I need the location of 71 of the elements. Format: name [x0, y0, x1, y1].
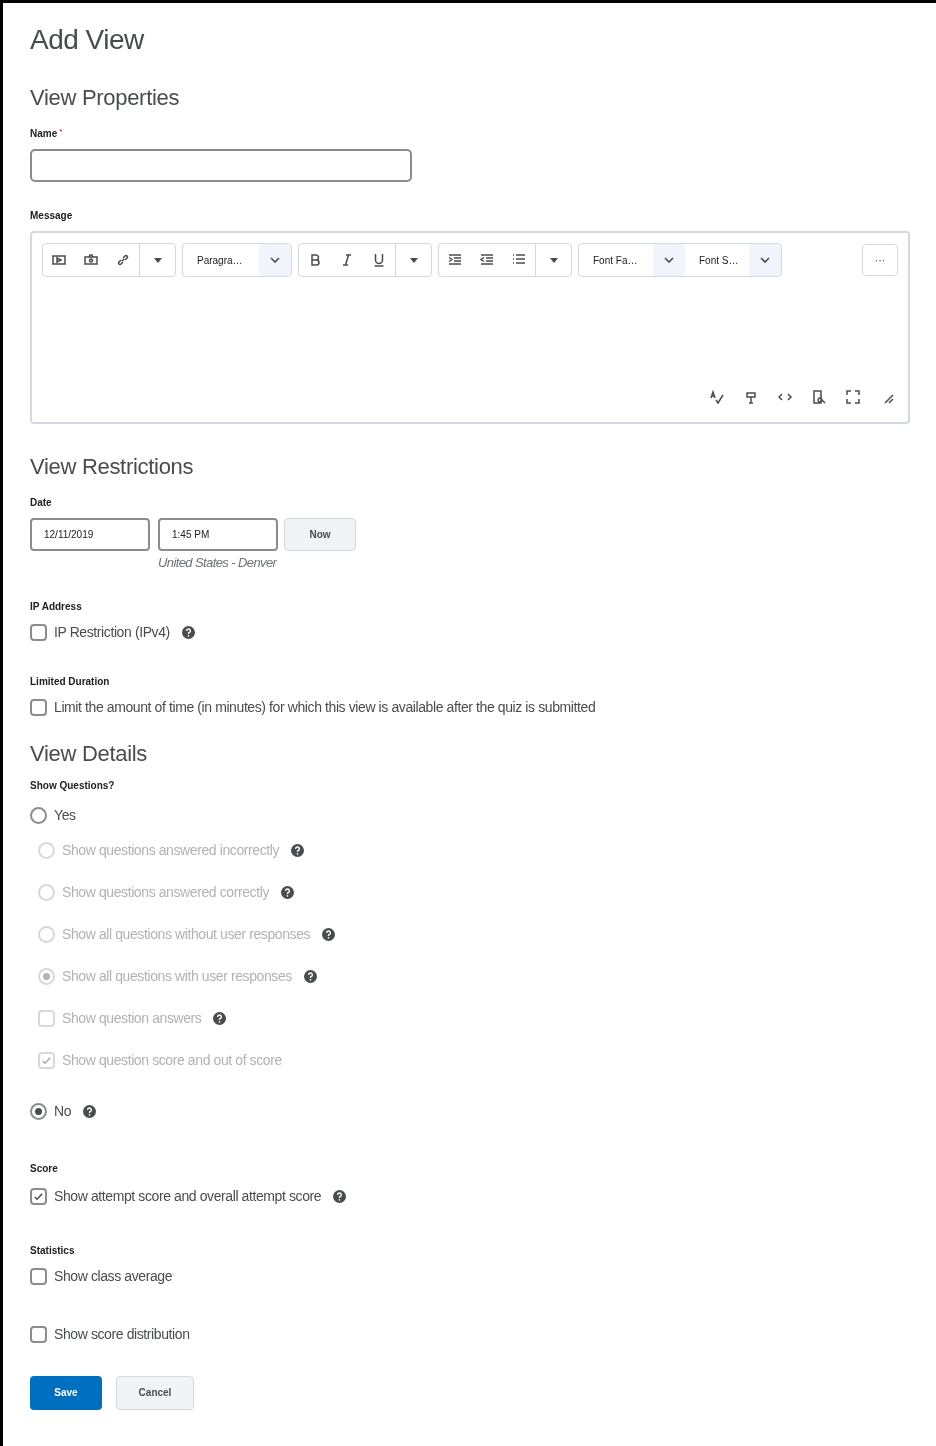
fullscreen-icon [846, 390, 860, 404]
bold-icon [308, 253, 322, 267]
checkbox[interactable] [30, 699, 47, 716]
now-button[interactable]: Now [284, 518, 356, 551]
font-size-select[interactable]: Font S… [685, 252, 749, 268]
option-label: Limit the amount of time (in minutes) for which this view is available after the quiz is submitted [54, 698, 596, 717]
indent-icon [448, 253, 462, 267]
dropdown-button[interactable] [259, 244, 291, 276]
link-icon [116, 253, 130, 267]
option-label: Show score distribution [54, 1325, 190, 1344]
caret-icon [153, 257, 162, 263]
field-label: Name [30, 127, 58, 141]
checkbox[interactable] [30, 624, 47, 641]
required-mark: * [59, 126, 63, 138]
help-icon[interactable] [333, 1190, 347, 1203]
list-icon [512, 253, 526, 267]
option-label: Show questions answered correctly [62, 883, 270, 902]
time-field[interactable]: 1:45 PM [158, 518, 278, 551]
radio-button[interactable] [30, 1103, 47, 1120]
camera-icon [84, 253, 98, 267]
underline-icon [372, 253, 386, 267]
field-label: Limited Duration [30, 674, 111, 689]
section-heading: View Properties [30, 84, 181, 112]
font-family-select[interactable]: Font Fa… [579, 252, 653, 268]
chevron-down-icon [760, 257, 770, 263]
check-icon [33, 1191, 44, 1202]
cancel-button[interactable]: Cancel [116, 1375, 194, 1410]
radio-button[interactable] [30, 807, 47, 824]
date-field[interactable]: 12/11/2019 [30, 518, 150, 551]
italic-icon [340, 253, 354, 267]
spellcheck-icon [710, 390, 724, 404]
option-label: Show class average [54, 1267, 173, 1286]
option-label: Show question answers [62, 1009, 202, 1028]
option-label: Yes [54, 806, 76, 825]
timezone-text: United States - Denver [158, 554, 278, 572]
caret-icon [549, 257, 558, 263]
help-icon[interactable] [181, 626, 195, 639]
more-button[interactable]: ··· [862, 244, 898, 276]
message-editor[interactable]: Paragra… Font Fa… Font S… ··· [30, 231, 910, 424]
option-label: Show all questions without user responses [62, 925, 311, 944]
caret-icon [409, 257, 418, 263]
option-label: IP Restriction (IPv4) [54, 623, 170, 642]
video-icon [52, 253, 66, 267]
field-label: Date [30, 496, 53, 510]
option-label: No [54, 1102, 72, 1121]
checkbox[interactable] [30, 1268, 47, 1285]
option-label: Show all questions with user responses [62, 967, 292, 986]
field-label: Statistics [30, 1243, 76, 1258]
dropdown-button[interactable] [653, 244, 685, 276]
chevron-down-icon [270, 257, 280, 263]
checkbox[interactable] [30, 1188, 47, 1205]
field-label: IP Address [30, 599, 83, 614]
option-label: Show question score and out of score [62, 1051, 282, 1070]
section-heading: View Details [30, 739, 149, 768]
checkbox[interactable] [30, 1326, 47, 1343]
option-label: Show attempt score and overall attempt score [54, 1187, 322, 1206]
section-heading: View Restrictions [30, 453, 195, 481]
save-button[interactable]: Save [30, 1375, 102, 1410]
name-field[interactable] [30, 149, 412, 182]
chevron-down-icon [664, 257, 674, 263]
option-label: Show questions answered incorrectly [62, 841, 280, 860]
field-label: Show Questions? [30, 778, 116, 793]
field-label: Score [30, 1161, 59, 1176]
check-icon [41, 1055, 52, 1066]
paragraph-select[interactable]: Paragra… [183, 252, 259, 268]
field-label: Message [30, 209, 74, 223]
outdent-icon [480, 253, 494, 267]
preview-icon [812, 390, 826, 404]
page-title: Add View [30, 23, 145, 57]
help-icon[interactable] [83, 1105, 97, 1118]
dropdown-button[interactable] [749, 244, 781, 276]
